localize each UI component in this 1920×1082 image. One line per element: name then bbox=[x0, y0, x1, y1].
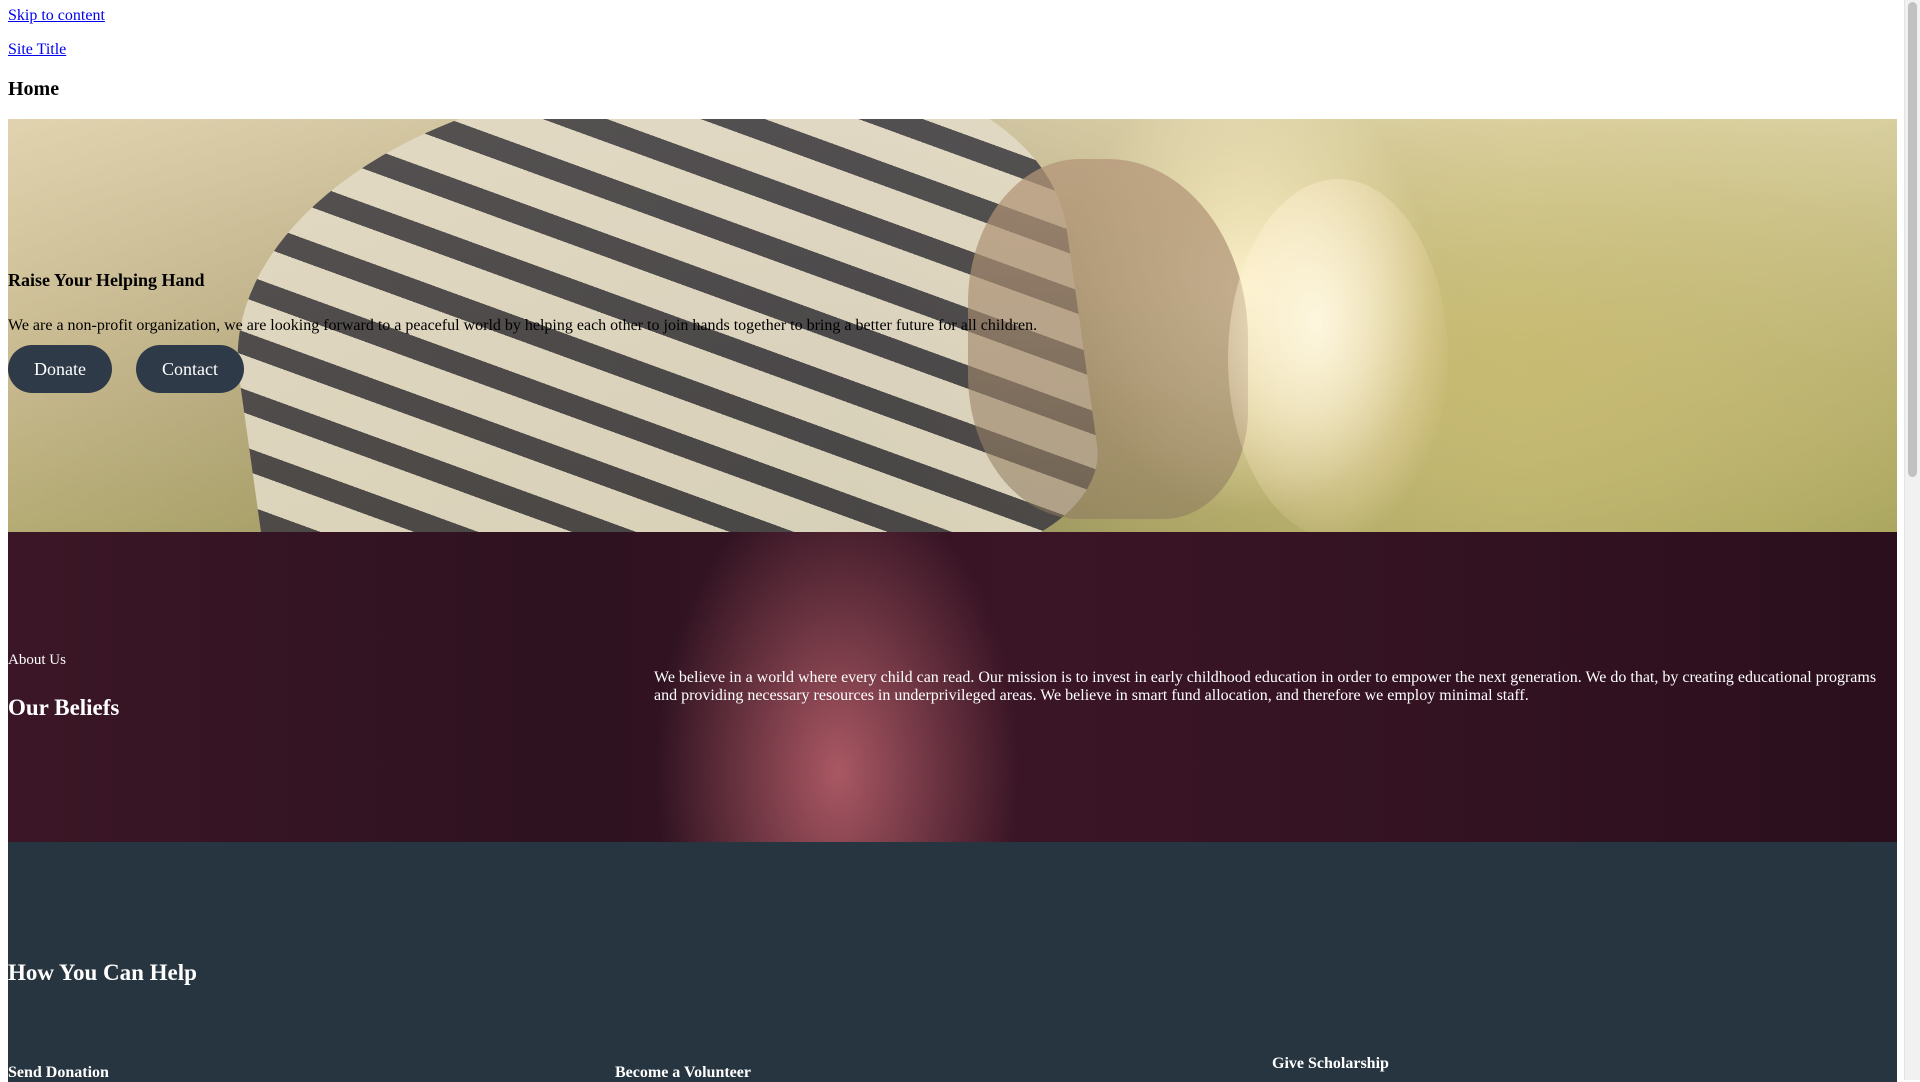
vertical-scrollbar[interactable] bbox=[1904, 0, 1920, 1080]
scrollbar-thumb[interactable] bbox=[1908, 2, 1917, 477]
hero-heading: Raise Your Helping Hand bbox=[8, 270, 205, 290]
beliefs-section: About Us Our Beliefs We believe in a wor… bbox=[8, 532, 1897, 842]
page-title: Home bbox=[8, 78, 60, 100]
hero-image-arm bbox=[968, 159, 1248, 519]
beliefs-description: We believe in a world where every child … bbox=[654, 669, 1877, 704]
hero-description: We are a non-profit organization, we are… bbox=[8, 317, 1038, 334]
help-item-give-scholarship: Give Scholarship bbox=[1272, 1055, 1389, 1072]
help-item-send-donation: Send Donation bbox=[8, 1064, 109, 1081]
beliefs-heading: Our Beliefs bbox=[8, 695, 120, 720]
beliefs-eyebrow: About Us bbox=[8, 652, 66, 668]
skip-to-content-link[interactable]: Skip to content bbox=[8, 7, 105, 25]
donate-button[interactable]: Donate bbox=[8, 345, 112, 393]
hero-image-hair bbox=[1228, 179, 1448, 532]
help-heading: How You Can Help bbox=[8, 960, 197, 985]
help-item-become-volunteer: Become a Volunteer bbox=[615, 1064, 751, 1081]
hero-section: Raise Your Helping Hand We are a non-pro… bbox=[8, 119, 1897, 532]
help-section: How You Can Help Send Donation Become a … bbox=[8, 842, 1897, 1082]
site-title-link[interactable]: Site Title bbox=[8, 41, 66, 59]
contact-button[interactable]: Contact bbox=[136, 345, 244, 393]
